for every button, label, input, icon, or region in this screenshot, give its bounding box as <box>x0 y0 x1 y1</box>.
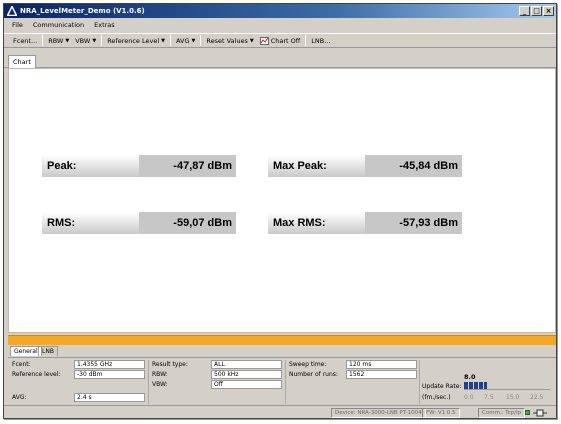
vbw-label: VBW <box>75 36 91 45</box>
dropdown-arrow-icon: ▼ <box>65 37 70 44</box>
title-bar: NRA_LevelMeter_Demo (V1.0.6) _ □ × <box>4 4 556 18</box>
peak-row: Peak: -47,87 dBm <box>42 155 236 177</box>
settings-panel: General LNB Fcent: 1.4355 GHz Reference … <box>8 346 556 404</box>
number-of-runs-field: 1562 <box>346 370 417 379</box>
status-bar: Device: NRA-3000-LNB PT-1004 FW: V1.0.5 … <box>4 405 556 418</box>
tab-general[interactable]: General <box>10 346 42 356</box>
rbw-field-label: RBW: <box>152 371 168 378</box>
fcent-field: 1.4355 GHz <box>74 360 145 369</box>
window-title: NRA_LevelMeter_Demo (V1.0.6) <box>20 7 145 15</box>
sweep-time-field: 120 ms <box>346 360 417 369</box>
rms-row: RMS: -59,07 dBm <box>42 212 236 234</box>
rbw-label: RBW <box>48 36 64 45</box>
toolbar-separator <box>101 35 103 46</box>
reference-level-dropdown[interactable]: Reference Level ▼ <box>104 37 168 45</box>
max-rms-label: Max RMS: <box>268 212 365 234</box>
reference-level-field: -30 dBm <box>74 370 145 379</box>
max-peak-value: -45,84 dBm <box>365 155 462 177</box>
measurement-panel: Peak: -47,87 dBm Max Peak: -45,84 dBm RM… <box>8 68 556 333</box>
toolbar-separator <box>42 35 44 46</box>
dropdown-arrow-icon: ▼ <box>249 37 254 44</box>
update-tick-3: 22.5 <box>530 394 544 401</box>
reference-level-field-label: Reference level: <box>12 371 61 378</box>
update-tick-0: 0.0 <box>464 394 474 401</box>
status-firmware: FW: V1.0.5 <box>422 408 460 418</box>
dropdown-arrow-icon: ▼ <box>92 37 97 44</box>
avg-label: AVG <box>176 36 190 45</box>
update-rate-unit: (fm./sec.) <box>422 394 451 401</box>
divider <box>148 360 149 404</box>
vbw-field-label: VBW: <box>152 381 168 388</box>
sweep-time-label: Sweep time: <box>289 361 327 368</box>
update-rate-meter <box>464 382 550 390</box>
fcent-button[interactable]: Fcent... <box>10 37 40 45</box>
status-comm: Comm.: Tcp/Ip <box>478 408 526 418</box>
maximize-button[interactable]: □ <box>531 6 542 16</box>
rbw-dropdown[interactable]: RBW ▼ <box>45 37 72 45</box>
number-of-runs-label: Number of runs: <box>289 371 338 378</box>
vbw-dropdown[interactable]: VBW ▼ <box>72 37 99 45</box>
max-peak-label: Max Peak: <box>268 155 365 177</box>
vbw-field: Off <box>211 380 282 389</box>
reference-level-label: Reference Level <box>107 36 160 45</box>
reset-values-label: Reset Values <box>206 36 248 45</box>
rms-value: -59,07 dBm <box>139 212 236 234</box>
app-logo-icon <box>7 6 17 16</box>
avg-dropdown[interactable]: AVG ▼ <box>173 37 198 45</box>
tab-lnb[interactable]: LNB <box>38 346 58 356</box>
splitter-bar[interactable] <box>8 335 556 345</box>
avg-field: 2.4 s <box>74 393 145 402</box>
result-type-label: Result type: <box>152 361 188 368</box>
result-type-field: ALL <box>211 360 282 369</box>
avg-field-label: AVG: <box>12 394 27 401</box>
update-rate-bar <box>464 382 488 389</box>
max-rms-value: -57,93 dBm <box>365 212 462 234</box>
rms-label: RMS: <box>42 212 139 234</box>
menu-communication[interactable]: Communication <box>33 21 84 29</box>
chart-icon <box>259 36 269 45</box>
peak-value: -47,87 dBm <box>139 155 236 177</box>
fcent-field-label: Fcent: <box>12 361 31 368</box>
minimize-button[interactable]: _ <box>519 6 530 16</box>
general-fields: Fcent: 1.4355 GHz Reference level: -30 d… <box>8 357 556 404</box>
toolbar-separator <box>170 35 172 46</box>
connection-icon <box>533 409 547 417</box>
divider <box>285 360 286 404</box>
peak-label: Peak: <box>42 155 139 177</box>
toolbar-separator <box>200 35 202 46</box>
lnb-button[interactable]: LNB... <box>308 37 333 45</box>
status-device: Device: NRA-3000-LNB PT-1004 <box>331 408 426 418</box>
menu-bar: File Communication Extras <box>4 19 556 31</box>
rbw-field: 500 kHz <box>211 370 282 379</box>
update-tick-2: 15.0 <box>506 394 520 401</box>
app-window: NRA_LevelMeter_Demo (V1.0.6) _ □ × File … <box>3 3 557 419</box>
chart-off-label: Chart Off <box>270 36 301 45</box>
close-button[interactable]: × <box>543 6 554 16</box>
divider <box>419 360 420 404</box>
chart-off-button[interactable]: Chart Off <box>257 36 304 45</box>
reset-values-dropdown[interactable]: Reset Values ▼ <box>203 37 256 45</box>
view-tabs: Chart <box>4 53 556 68</box>
menu-extras[interactable]: Extras <box>94 21 115 29</box>
max-rms-row: Max RMS: -57,93 dBm <box>268 212 462 234</box>
max-peak-row: Max Peak: -45,84 dBm <box>268 155 462 177</box>
toolbar-separator <box>305 35 307 46</box>
connection-led-icon <box>525 410 530 415</box>
tab-chart[interactable]: Chart <box>8 55 36 68</box>
update-rate-label: Update Rate: <box>422 383 462 390</box>
menu-file[interactable]: File <box>12 21 23 29</box>
update-tick-1: 7.5 <box>484 394 494 401</box>
dropdown-arrow-icon: ▼ <box>191 37 196 44</box>
toolbar: Fcent... RBW ▼ VBW ▼ Reference Level ▼ AVG ▼… <box>4 33 556 48</box>
dropdown-arrow-icon: ▼ <box>161 37 166 44</box>
update-rate-value: 8.0 <box>464 373 476 381</box>
